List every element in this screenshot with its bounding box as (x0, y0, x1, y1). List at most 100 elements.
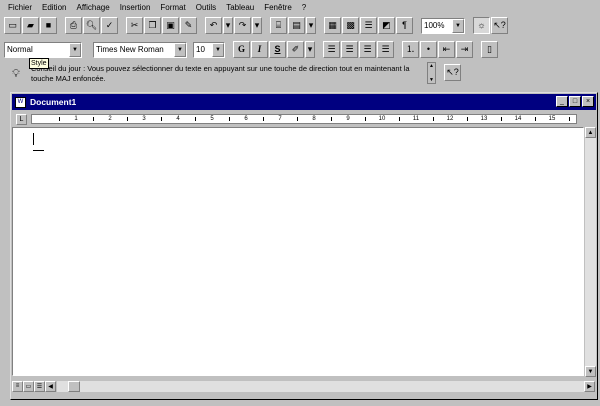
autotext-button[interactable]: ⌸ (270, 17, 287, 34)
close-button[interactable]: × (582, 96, 594, 107)
paste-button[interactable]: ▣ (162, 17, 179, 34)
print-preview-button[interactable]: 🔍︎ (83, 17, 100, 34)
highlight-button[interactable]: ✐ (287, 41, 304, 58)
minimize-button[interactable]: _ (556, 96, 568, 107)
font-size-combo[interactable]: 10 ▼ (193, 41, 225, 58)
align-center-icon: ☰ (345, 44, 354, 54)
undo-button[interactable]: ↶ (205, 17, 222, 34)
copy-button[interactable]: ❐ (144, 17, 161, 34)
drawing-button[interactable]: ◩ (378, 17, 395, 34)
menu-insertion[interactable]: Insertion (115, 3, 156, 12)
insert-table-button[interactable]: ▦ (324, 17, 341, 34)
print-button[interactable]: ⎙ (65, 17, 82, 34)
scroll-left-button[interactable]: ◀ (45, 380, 56, 392)
zoom-value: 100% (424, 21, 445, 30)
separator (316, 41, 322, 58)
ruler-tick (161, 117, 162, 121)
tip-wizard-button[interactable]: ☼ (473, 17, 490, 34)
borders-button[interactable]: ▯ (481, 41, 498, 58)
redo-icon: ↷ (238, 20, 247, 30)
page-layout-button[interactable]: ▭ (23, 380, 34, 392)
font-size-value: 10 (196, 45, 205, 54)
undo-icon: ↶ (209, 20, 218, 30)
spreadsheet-icon: ▩ (346, 20, 355, 30)
indent-icon: ⇥ (460, 44, 469, 54)
underline-button[interactable]: S (269, 41, 286, 58)
horizontal-scrollbar[interactable] (57, 380, 584, 392)
new-document-button[interactable]: ▭ (4, 17, 21, 34)
help-button[interactable]: ↖? (491, 17, 508, 34)
separator (414, 17, 420, 34)
font-combo[interactable]: Times New Roman ▼ (93, 41, 187, 58)
menu-affichage[interactable]: Affichage (71, 3, 114, 12)
scroll-down-icon[interactable]: ▼ (429, 77, 434, 83)
scroll-down-button[interactable]: ▼ (585, 366, 596, 377)
ruler-number: 10 (378, 116, 386, 122)
spelling-button[interactable]: ✓ (101, 17, 118, 34)
bold-button[interactable]: G (233, 41, 250, 58)
separator (198, 17, 204, 34)
insert-excel-button[interactable]: ▩ (342, 17, 359, 34)
normal-view-button[interactable]: ≡ (12, 380, 23, 392)
document-title-bar[interactable]: W Document1 _ □ × (12, 94, 596, 110)
scroll-right-button[interactable]: ▶ (584, 380, 595, 392)
show-formatting-button[interactable]: ¶ (396, 17, 413, 34)
ruler-tick (93, 117, 94, 121)
numbering-button[interactable]: ⒈ (402, 41, 419, 58)
maximize-button[interactable]: □ (569, 96, 581, 107)
style-combo[interactable]: Normal ▼ (4, 41, 82, 58)
menu-tableau[interactable]: Tableau (221, 3, 259, 12)
save-button[interactable]: ■ (40, 17, 57, 34)
align-left-button[interactable]: ☰ (323, 41, 340, 58)
menu-fenetre[interactable]: Fenêtre (259, 3, 297, 12)
tab-stop-selector[interactable]: L (16, 113, 27, 125)
menu-format[interactable]: Format (155, 3, 190, 12)
ruler-number: 12 (446, 116, 454, 122)
insert-address-button[interactable]: ▤ (288, 17, 305, 34)
menu-outils[interactable]: Outils (191, 3, 221, 12)
italic-button[interactable]: I (251, 41, 268, 58)
justify-button[interactable]: ☰ (377, 41, 394, 58)
outline-view-button[interactable]: ☰ (34, 380, 45, 392)
lightbulb-icon: 💡︎ (12, 67, 20, 80)
menu-fichier[interactable]: Fichier (3, 3, 37, 12)
scroll-up-button[interactable]: ▲ (585, 127, 596, 138)
decrease-indent-button[interactable]: ⇤ (438, 41, 455, 58)
bullets-button[interactable]: • (420, 41, 437, 58)
tip-help-button[interactable]: ↖? (444, 64, 461, 81)
menu-help[interactable]: ? (297, 3, 311, 12)
format-painter-button[interactable]: ✎ (180, 17, 197, 34)
open-button[interactable]: ▰ (22, 17, 39, 34)
spelling-check-icon: ✓ (105, 20, 114, 30)
tip-scrollbar[interactable]: ▲ ▼ (427, 62, 436, 84)
redo-dropdown[interactable]: ▾ (252, 17, 262, 34)
ruler-tick (263, 117, 264, 121)
ruler-number: 4 (176, 116, 180, 122)
highlight-dropdown[interactable]: ▾ (305, 41, 315, 58)
zoom-combo[interactable]: 100% ▼ (421, 17, 465, 34)
align-right-button[interactable]: ☰ (359, 41, 376, 58)
chevron-down-icon[interactable]: ▼ (69, 42, 81, 57)
horizontal-ruler[interactable]: 1 2 3 4 5 6 7 8 9 10 11 12 13 14 15 (31, 114, 577, 124)
chevron-down-icon[interactable]: ▼ (212, 42, 224, 57)
align-center-button[interactable]: ☰ (341, 41, 358, 58)
address-dropdown[interactable]: ▾ (306, 17, 316, 34)
scroll-up-icon[interactable]: ▲ (429, 63, 434, 69)
undo-dropdown[interactable]: ▾ (223, 17, 233, 34)
font-value: Times New Roman (96, 45, 164, 54)
ruler-number: 15 (548, 116, 556, 122)
chevron-down-icon[interactable]: ▼ (174, 42, 186, 57)
menu-edition[interactable]: Edition (37, 3, 71, 12)
chevron-down-icon[interactable]: ▼ (452, 18, 464, 33)
document-icon[interactable]: W (15, 96, 26, 108)
redo-button[interactable]: ↷ (234, 17, 251, 34)
scroll-thumb[interactable] (68, 380, 80, 392)
bottom-bar: ≡ ▭ ☰ ◀ ▶ (12, 380, 596, 392)
document-page[interactable] (12, 127, 584, 376)
increase-indent-button[interactable]: ⇥ (456, 41, 473, 58)
new-document-icon: ▭ (8, 20, 17, 30)
cut-button[interactable]: ✂ (126, 17, 143, 34)
vertical-scrollbar[interactable]: ▲ ▼ (585, 127, 596, 377)
columns-button[interactable]: ☰ (360, 17, 377, 34)
ruler-tick (59, 117, 60, 121)
